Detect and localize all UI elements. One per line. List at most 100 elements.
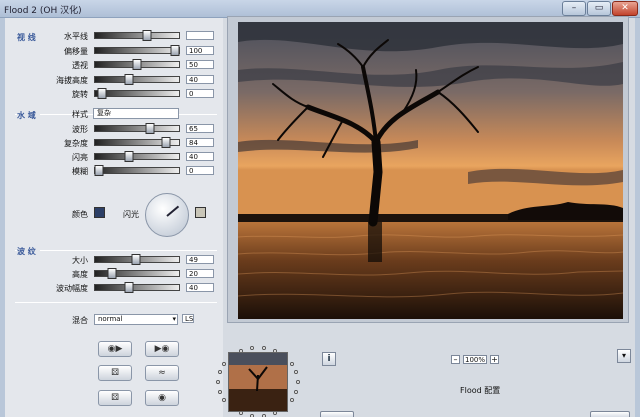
info-icon[interactable]: i	[322, 352, 336, 366]
cancel-button[interactable]	[320, 411, 354, 417]
zoom-level[interactable]: 100%	[463, 355, 487, 364]
blend-label: 混合	[72, 316, 88, 325]
slider-handle[interactable]	[132, 59, 142, 70]
minimize-button[interactable]: –	[562, 1, 586, 16]
view-label: 水平线	[64, 32, 88, 41]
navigator-dot	[294, 389, 299, 394]
save-preset-button[interactable]: ▶◉	[145, 341, 179, 357]
view-slider[interactable]	[94, 44, 180, 56]
preview-image[interactable]	[238, 22, 623, 319]
slider-handle[interactable]	[124, 73, 134, 85]
water-label: 闪亮	[72, 153, 88, 162]
navigator-dot	[217, 370, 222, 375]
view-label: 偏移量	[64, 46, 88, 56]
thumbnail-graphic	[229, 353, 287, 411]
slider-handle[interactable]	[145, 123, 155, 134]
divider	[15, 302, 217, 303]
glint-label: 闪光	[123, 210, 139, 219]
view-slider[interactable]	[94, 59, 180, 70]
style-label: 样式	[72, 110, 88, 119]
options-button[interactable]: ▾	[617, 349, 631, 363]
view-slider[interactable]	[94, 73, 180, 85]
view-slider[interactable]	[94, 30, 180, 41]
navigator-dot	[217, 389, 222, 394]
style-select-value: 复杂	[97, 109, 111, 117]
ok-button[interactable]	[590, 411, 630, 417]
view-value-field[interactable]: 0	[186, 89, 214, 98]
navigator-dot	[250, 413, 255, 417]
window-title: Flood 2 (OH 汉化)	[4, 6, 82, 16]
zoom-out-button[interactable]: –	[451, 355, 460, 364]
slider-handle[interactable]	[131, 254, 141, 265]
wave-label: 波动幅度	[56, 284, 88, 293]
water-label: 模糊	[72, 167, 88, 176]
water-slider[interactable]	[94, 165, 180, 176]
divider	[15, 250, 217, 251]
zoom-in-button[interactable]: +	[490, 355, 499, 364]
glint-direction-dial[interactable]	[145, 193, 189, 237]
view-slider[interactable]	[94, 88, 180, 99]
navigator-dot	[289, 398, 294, 403]
water-value-field[interactable]: 0	[186, 166, 214, 175]
wave-slider[interactable]	[94, 268, 180, 279]
water-value-field[interactable]: 65	[186, 124, 214, 133]
view-value-field[interactable]	[186, 31, 214, 40]
wave-value-field[interactable]: 40	[186, 283, 214, 292]
navigator-dot	[250, 346, 255, 351]
flood-scene-graphic	[238, 22, 623, 319]
blend-aux-button[interactable]: LS	[182, 314, 194, 323]
control-panel: 视 线 水平线 偏移量 100 透视 50 海拔高度 40 旋转 0 水 域 样式 复杂 波形 6…	[5, 18, 223, 417]
water-slider[interactable]	[94, 151, 180, 162]
load-preset-button[interactable]: ◉▶	[98, 341, 132, 357]
blend-mode-select[interactable]: normal ▾	[94, 314, 178, 325]
dial-needle	[166, 205, 180, 217]
wave-value-field[interactable]: 20	[186, 269, 214, 278]
view-value-field[interactable]: 50	[186, 60, 214, 69]
navigator-dot	[261, 346, 266, 351]
thumbnail-preview[interactable]	[228, 352, 288, 412]
water-label: 复杂度	[64, 139, 88, 148]
blend-mode-value: normal	[98, 315, 123, 323]
water-value-field[interactable]: 84	[186, 138, 214, 147]
navigator-dot	[296, 380, 300, 384]
slider-handle[interactable]	[107, 268, 117, 279]
wave-label: 大小	[72, 256, 88, 265]
slider-handle[interactable]	[94, 165, 104, 176]
close-button[interactable]: ✕	[612, 1, 638, 16]
navigator-dot	[261, 413, 266, 417]
navigator-dot	[294, 370, 299, 375]
wave-slider[interactable]	[94, 282, 180, 293]
water-color-swatch[interactable]	[94, 207, 105, 218]
water-slider[interactable]	[94, 137, 180, 148]
wave-preview-button[interactable]: ≈	[145, 365, 179, 381]
navigator-dot	[289, 361, 294, 366]
view-label: 透视	[72, 61, 88, 70]
slider-handle[interactable]	[97, 88, 107, 99]
view-value-field[interactable]: 40	[186, 74, 214, 84]
view-label: 旋转	[72, 90, 88, 99]
slider-handle[interactable]	[124, 282, 134, 293]
maximize-button[interactable]: ▭	[587, 1, 611, 16]
flood-config-label: Flood 配置	[460, 386, 501, 395]
glint-color-swatch[interactable]	[195, 207, 206, 218]
water-value-field[interactable]: 40	[186, 152, 214, 161]
random-button[interactable]: ⚄	[98, 365, 132, 381]
style-select[interactable]: 复杂	[93, 108, 179, 119]
view-value-field[interactable]: 100	[186, 45, 214, 55]
view-label: 海拔高度	[56, 75, 88, 85]
reset-button[interactable]: ◉	[145, 390, 179, 406]
wave-label: 高度	[72, 270, 88, 279]
slider-handle[interactable]	[142, 30, 152, 41]
slider-handle[interactable]	[124, 151, 134, 162]
navigator-dot	[222, 361, 227, 366]
slider-handle[interactable]	[161, 137, 171, 148]
wave-slider[interactable]	[94, 254, 180, 265]
chevron-down-icon: ▾	[172, 315, 176, 323]
navigator-dot	[222, 398, 227, 403]
wave-value-field[interactable]: 49	[186, 255, 214, 264]
water-slider[interactable]	[94, 123, 180, 134]
navigator-dot	[216, 380, 220, 384]
slider-handle[interactable]	[170, 44, 180, 56]
random-all-button[interactable]: ⚄	[98, 390, 132, 406]
water-label: 波形	[72, 125, 88, 134]
